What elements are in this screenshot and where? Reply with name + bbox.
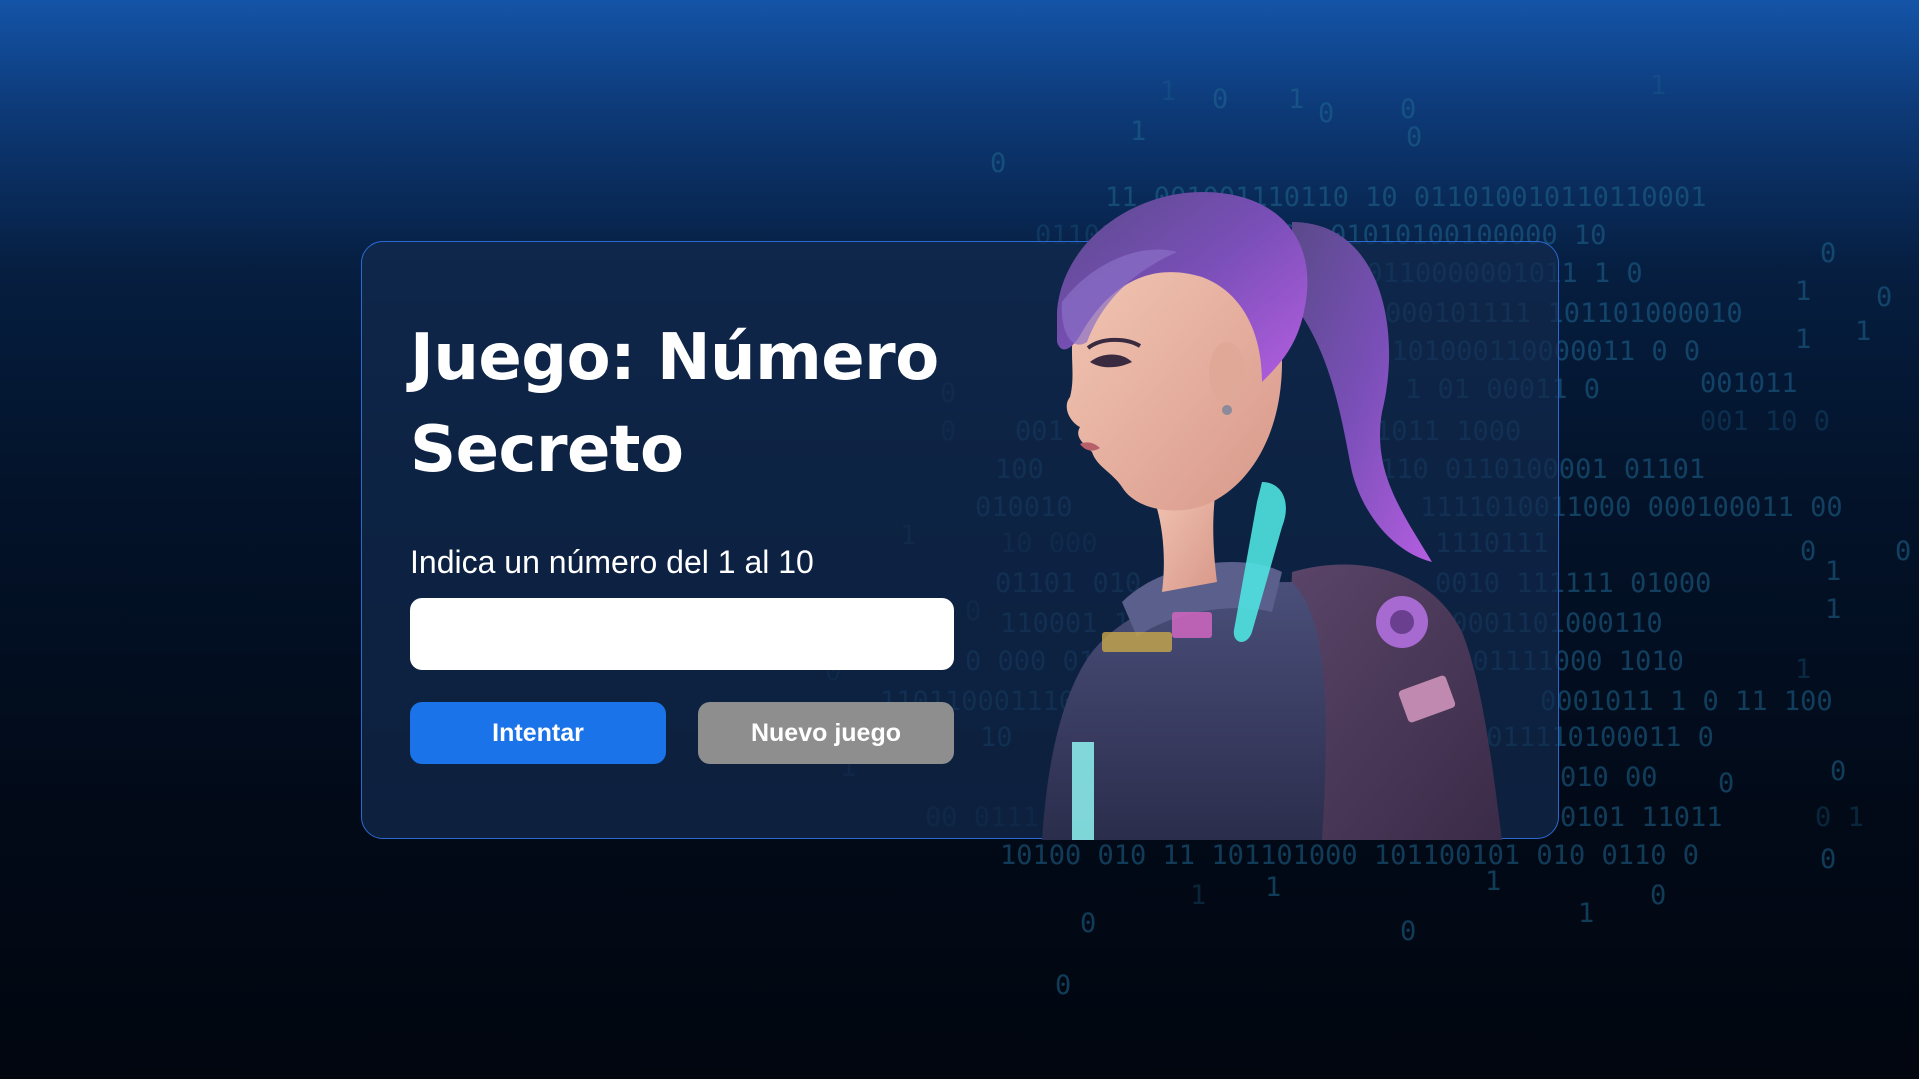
svg-text:010 00: 010 00 (1560, 762, 1658, 793)
svg-text:0: 0 (1318, 98, 1334, 129)
svg-text:1: 1 (1795, 276, 1811, 307)
svg-text:1: 1 (1795, 324, 1811, 355)
svg-text:0: 0 (1400, 94, 1416, 125)
svg-text:1: 1 (1650, 70, 1666, 101)
svg-text:10100 010 11 101101000 1011001: 10100 010 11 101101000 101100101 010 011… (1000, 840, 1699, 871)
svg-text:1: 1 (1160, 76, 1176, 107)
game-card: Juego: Número Secreto Indica un número d… (361, 192, 1559, 840)
svg-text:0 1: 0 1 (1815, 802, 1864, 833)
svg-text:001 10 0: 001 10 0 (1700, 406, 1830, 437)
svg-text:0: 0 (1212, 84, 1228, 115)
svg-text:0: 0 (1400, 916, 1416, 947)
svg-text:0: 0 (1055, 970, 1071, 1001)
svg-text:0: 0 (1820, 844, 1836, 875)
svg-text:1: 1 (1825, 594, 1841, 625)
svg-text:0101 11011: 0101 11011 (1560, 802, 1723, 833)
svg-text:1: 1 (1855, 316, 1871, 347)
svg-text:1: 1 (1288, 84, 1304, 115)
new-game-button[interactable]: Nuevo juego (698, 702, 954, 764)
svg-text:0: 0 (1650, 880, 1666, 911)
svg-text:1: 1 (1485, 866, 1501, 897)
svg-text:0: 0 (1876, 282, 1892, 313)
svg-text:0: 0 (1406, 122, 1422, 153)
svg-text:1: 1 (1578, 898, 1594, 929)
number-input[interactable] (410, 598, 954, 670)
svg-text:0: 0 (1830, 756, 1846, 787)
try-button[interactable]: Intentar (410, 702, 666, 764)
svg-text:0: 0 (1800, 536, 1816, 567)
svg-text:1: 1 (1825, 556, 1841, 587)
instruction-label: Indica un número del 1 al 10 (410, 544, 814, 580)
svg-text:0001011 1 0 11 100: 0001011 1 0 11 100 (1540, 686, 1833, 717)
svg-text:0: 0 (990, 148, 1006, 179)
svg-text:0: 0 (1820, 238, 1836, 269)
svg-text:1: 1 (1190, 880, 1206, 911)
svg-text:1: 1 (1795, 654, 1811, 685)
svg-text:001011: 001011 (1700, 368, 1798, 399)
svg-text:0: 0 (1895, 536, 1911, 567)
svg-text:0: 0 (1080, 908, 1096, 939)
svg-text:0: 0 (1718, 768, 1734, 799)
astronaut-girl-illustration (1042, 192, 1502, 840)
svg-text:1: 1 (1130, 116, 1146, 147)
svg-text:1: 1 (1265, 872, 1281, 903)
page-title: Juego: Número Secreto (410, 321, 939, 487)
